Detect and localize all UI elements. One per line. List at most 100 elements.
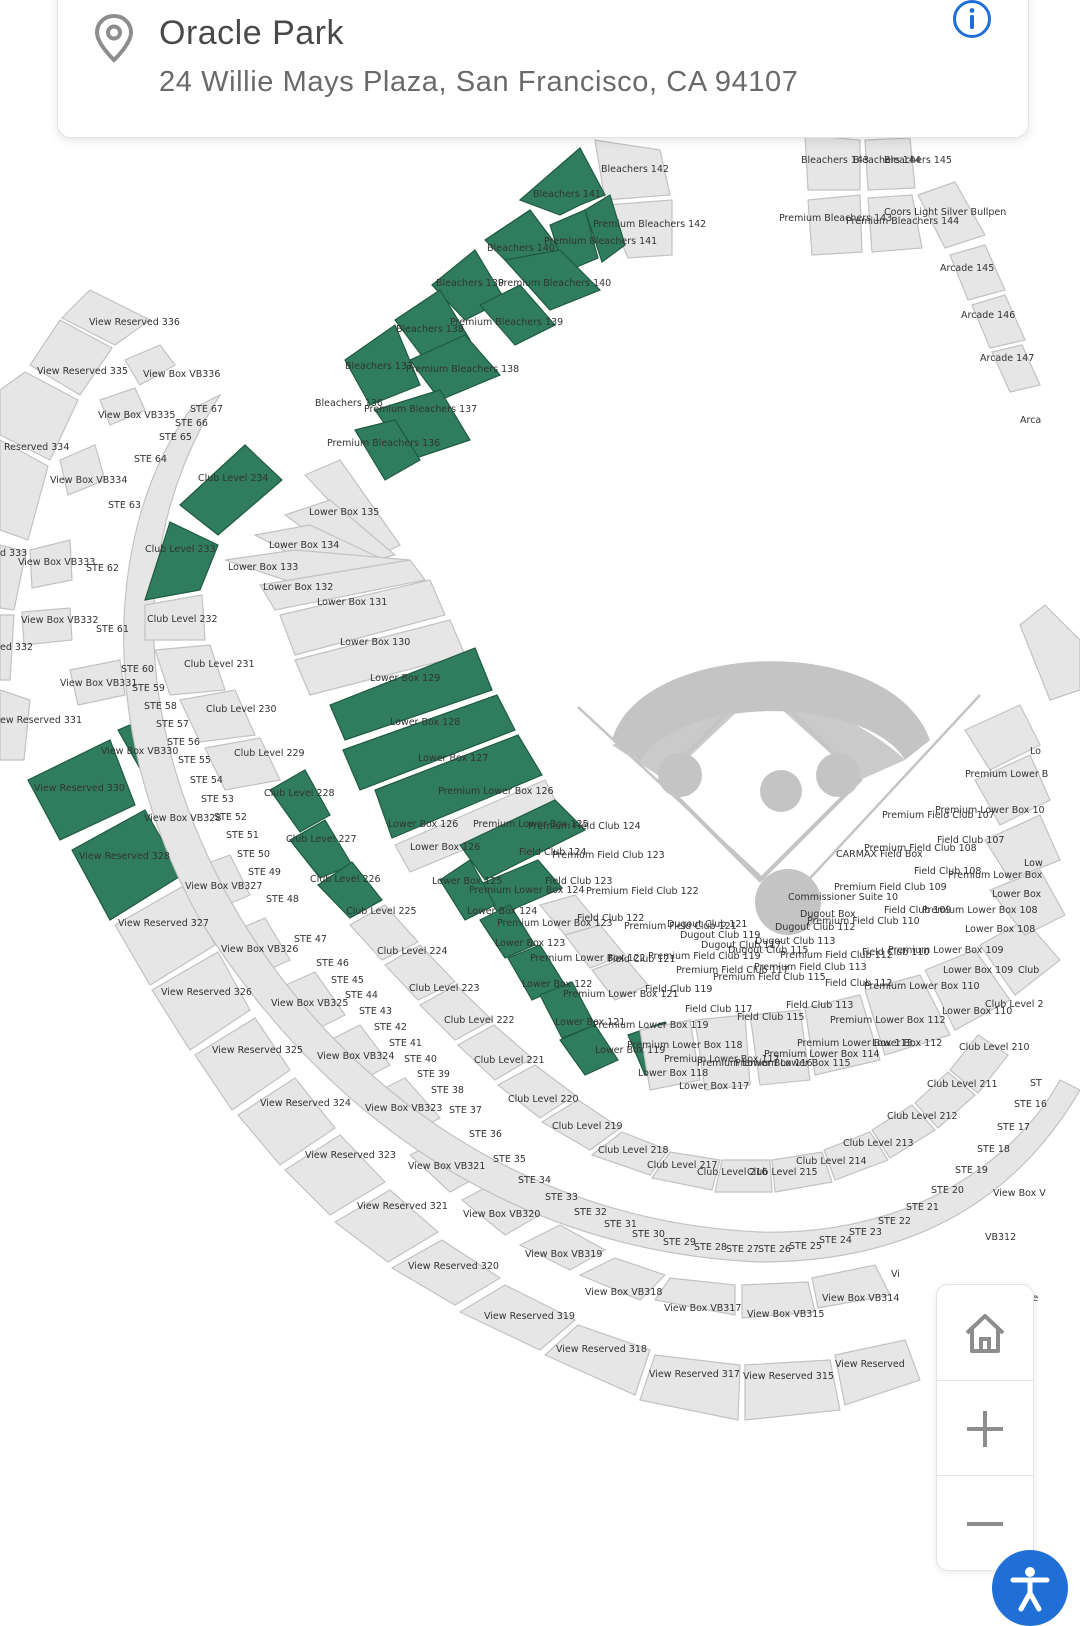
section-label: Bleachers 141 — [533, 189, 601, 200]
section-label: Dugout Club 121 — [667, 919, 747, 930]
section-label: STE 29 — [663, 1237, 696, 1248]
section-label: STE 51 — [226, 830, 259, 841]
section-label: Club Level 230 — [206, 704, 277, 715]
section-label: View Box V — [993, 1188, 1046, 1199]
section-label: STE 65 — [159, 432, 192, 443]
section-label: Club Level 220 — [508, 1094, 579, 1105]
section-label: Club Level 214 — [796, 1156, 867, 1167]
section-label: View Box VB325 — [271, 998, 348, 1009]
section-label: Premium Lower Box 118 — [627, 1040, 743, 1051]
section-bleachers-141[interactable] — [518, 147, 606, 216]
section-label: STE 43 — [359, 1006, 392, 1017]
section-label: Field Club 113 — [786, 1000, 853, 1011]
section-label: View Box VB314 — [822, 1293, 899, 1304]
section-label: Premium Field Club 109 — [834, 882, 947, 893]
section-label: STE 60 — [121, 664, 154, 675]
section-label: Club Level 212 — [887, 1111, 958, 1122]
plus-icon — [967, 1410, 1003, 1447]
section-label: View Reserved — [835, 1359, 905, 1370]
section-label: View Reserved 328 — [79, 851, 170, 862]
section-label: STE 24 — [819, 1235, 852, 1246]
section-label: Premium Field Club 119 — [648, 951, 761, 962]
section-label: Club Level 225 — [346, 906, 417, 917]
section-label: Lower Box 129 — [370, 673, 440, 684]
section-label: Arcade 145 — [940, 263, 994, 274]
section-label: Premium Bleachers 138 — [406, 364, 519, 375]
stadium-seating-map[interactable]: Bleachers 142 Bleachers 141 Premium Bleach… — [0, 0, 1080, 1625]
section-label: VB312 — [985, 1232, 1016, 1243]
section-label: View Box VB320 — [463, 1209, 540, 1220]
section-label: Bleachers 137 — [345, 361, 413, 372]
section-label: STE 36 — [469, 1129, 502, 1140]
section-label: View Box VB326 — [221, 944, 298, 955]
section-label: Field Club 115 — [737, 1012, 804, 1023]
section-label: STE 25 — [789, 1241, 822, 1252]
section-label: STE 32 — [574, 1207, 607, 1218]
section-label: STE 33 — [545, 1192, 578, 1203]
section-label: Vi — [891, 1269, 900, 1280]
section-label: STE 27 — [726, 1244, 759, 1255]
section-label: Lower Box 110 — [942, 1006, 1012, 1017]
section-label: Club Level 228 — [264, 788, 335, 799]
bleacher-sections[interactable] — [344, 134, 1041, 481]
section-label: Club Level 223 — [409, 983, 480, 994]
minus-icon — [967, 1521, 1003, 1526]
section-label: Field Club 110 — [862, 947, 929, 958]
section-label: Lower Box 132 — [263, 582, 333, 593]
section-label: STE 45 — [331, 975, 364, 986]
section-label: Lower Box 134 — [269, 540, 339, 551]
section-label: Premium Lower Box 124 — [469, 885, 585, 896]
section-club-level-234[interactable] — [179, 444, 283, 536]
section-label: Lower Box 112 — [872, 1038, 942, 1049]
section-label: View Reserved 326 — [161, 987, 252, 998]
section-label: Premium Bleachers 141 — [544, 236, 657, 247]
section-label: View Box VB315 — [747, 1309, 824, 1320]
section-label: View Reserved 321 — [357, 1201, 448, 1212]
section-label: Arcade 146 — [961, 310, 1015, 321]
section-label: View Reserved 315 — [743, 1371, 834, 1382]
section-label: View Box VB331 — [60, 678, 137, 689]
section-label: Club Level 210 — [959, 1042, 1030, 1053]
section-label: Premium Lower Box 123 — [497, 918, 613, 929]
section-label: Lower Box 109 — [943, 965, 1013, 976]
section-label: Bleachers 142 — [601, 164, 669, 175]
section-label: View Box VB327 — [185, 881, 262, 892]
venue-card: Oracle Park 24 Willie Mays Plaza, San Fr… — [57, 0, 1029, 138]
accessibility-button[interactable] — [992, 1550, 1068, 1626]
section-label: View Reserved 319 — [484, 1311, 575, 1322]
section-label: Club Level 211 — [927, 1079, 998, 1090]
accessibility-icon — [1010, 1567, 1050, 1612]
section-label: STE 53 — [201, 794, 234, 805]
section-label: View Reserved 320 — [408, 1261, 499, 1272]
section-label: STE 18 — [977, 1144, 1010, 1155]
section-label: Club Level 227 — [286, 834, 357, 845]
section-label: STE 61 — [96, 624, 129, 635]
section-label: Premium Field Club 122 — [586, 886, 699, 897]
section-label: View Reserved 336 — [89, 317, 180, 328]
section-label: STE 63 — [108, 500, 141, 511]
section-label: STE 40 — [404, 1054, 437, 1065]
section-label: Club Level 229 — [234, 748, 305, 759]
section-label: Arca — [1020, 415, 1041, 426]
section-label: Low — [1024, 858, 1043, 869]
section-label: STE 22 — [878, 1216, 911, 1227]
section-label: Club Level 215 — [747, 1167, 818, 1178]
section-label: STE 37 — [449, 1105, 482, 1116]
section-label: Premium Bleachers 140 — [498, 278, 611, 289]
section-label: Club Level 221 — [474, 1055, 545, 1066]
section-label: View Box VB319 — [525, 1249, 602, 1260]
info-button[interactable] — [951, 0, 993, 45]
section-label: Lower Box 126 — [388, 819, 458, 830]
zoom-in-button[interactable] — [937, 1380, 1033, 1476]
section-label: ew Reserved 331 — [0, 715, 82, 726]
section-label: Premium Lower Box 110 — [864, 981, 980, 992]
section-label: View Box VB330 — [101, 746, 178, 757]
section-label: STE 57 — [156, 719, 189, 730]
section-label: STE 54 — [190, 775, 223, 786]
section-label: STE 50 — [237, 849, 270, 860]
home-button[interactable] — [937, 1285, 1033, 1380]
section-label: Club Level 222 — [444, 1015, 515, 1026]
section-label: Lower Box 118 — [638, 1068, 708, 1079]
section-label: View Box VB334 — [50, 475, 127, 486]
section-label: Club Level 231 — [184, 659, 255, 670]
